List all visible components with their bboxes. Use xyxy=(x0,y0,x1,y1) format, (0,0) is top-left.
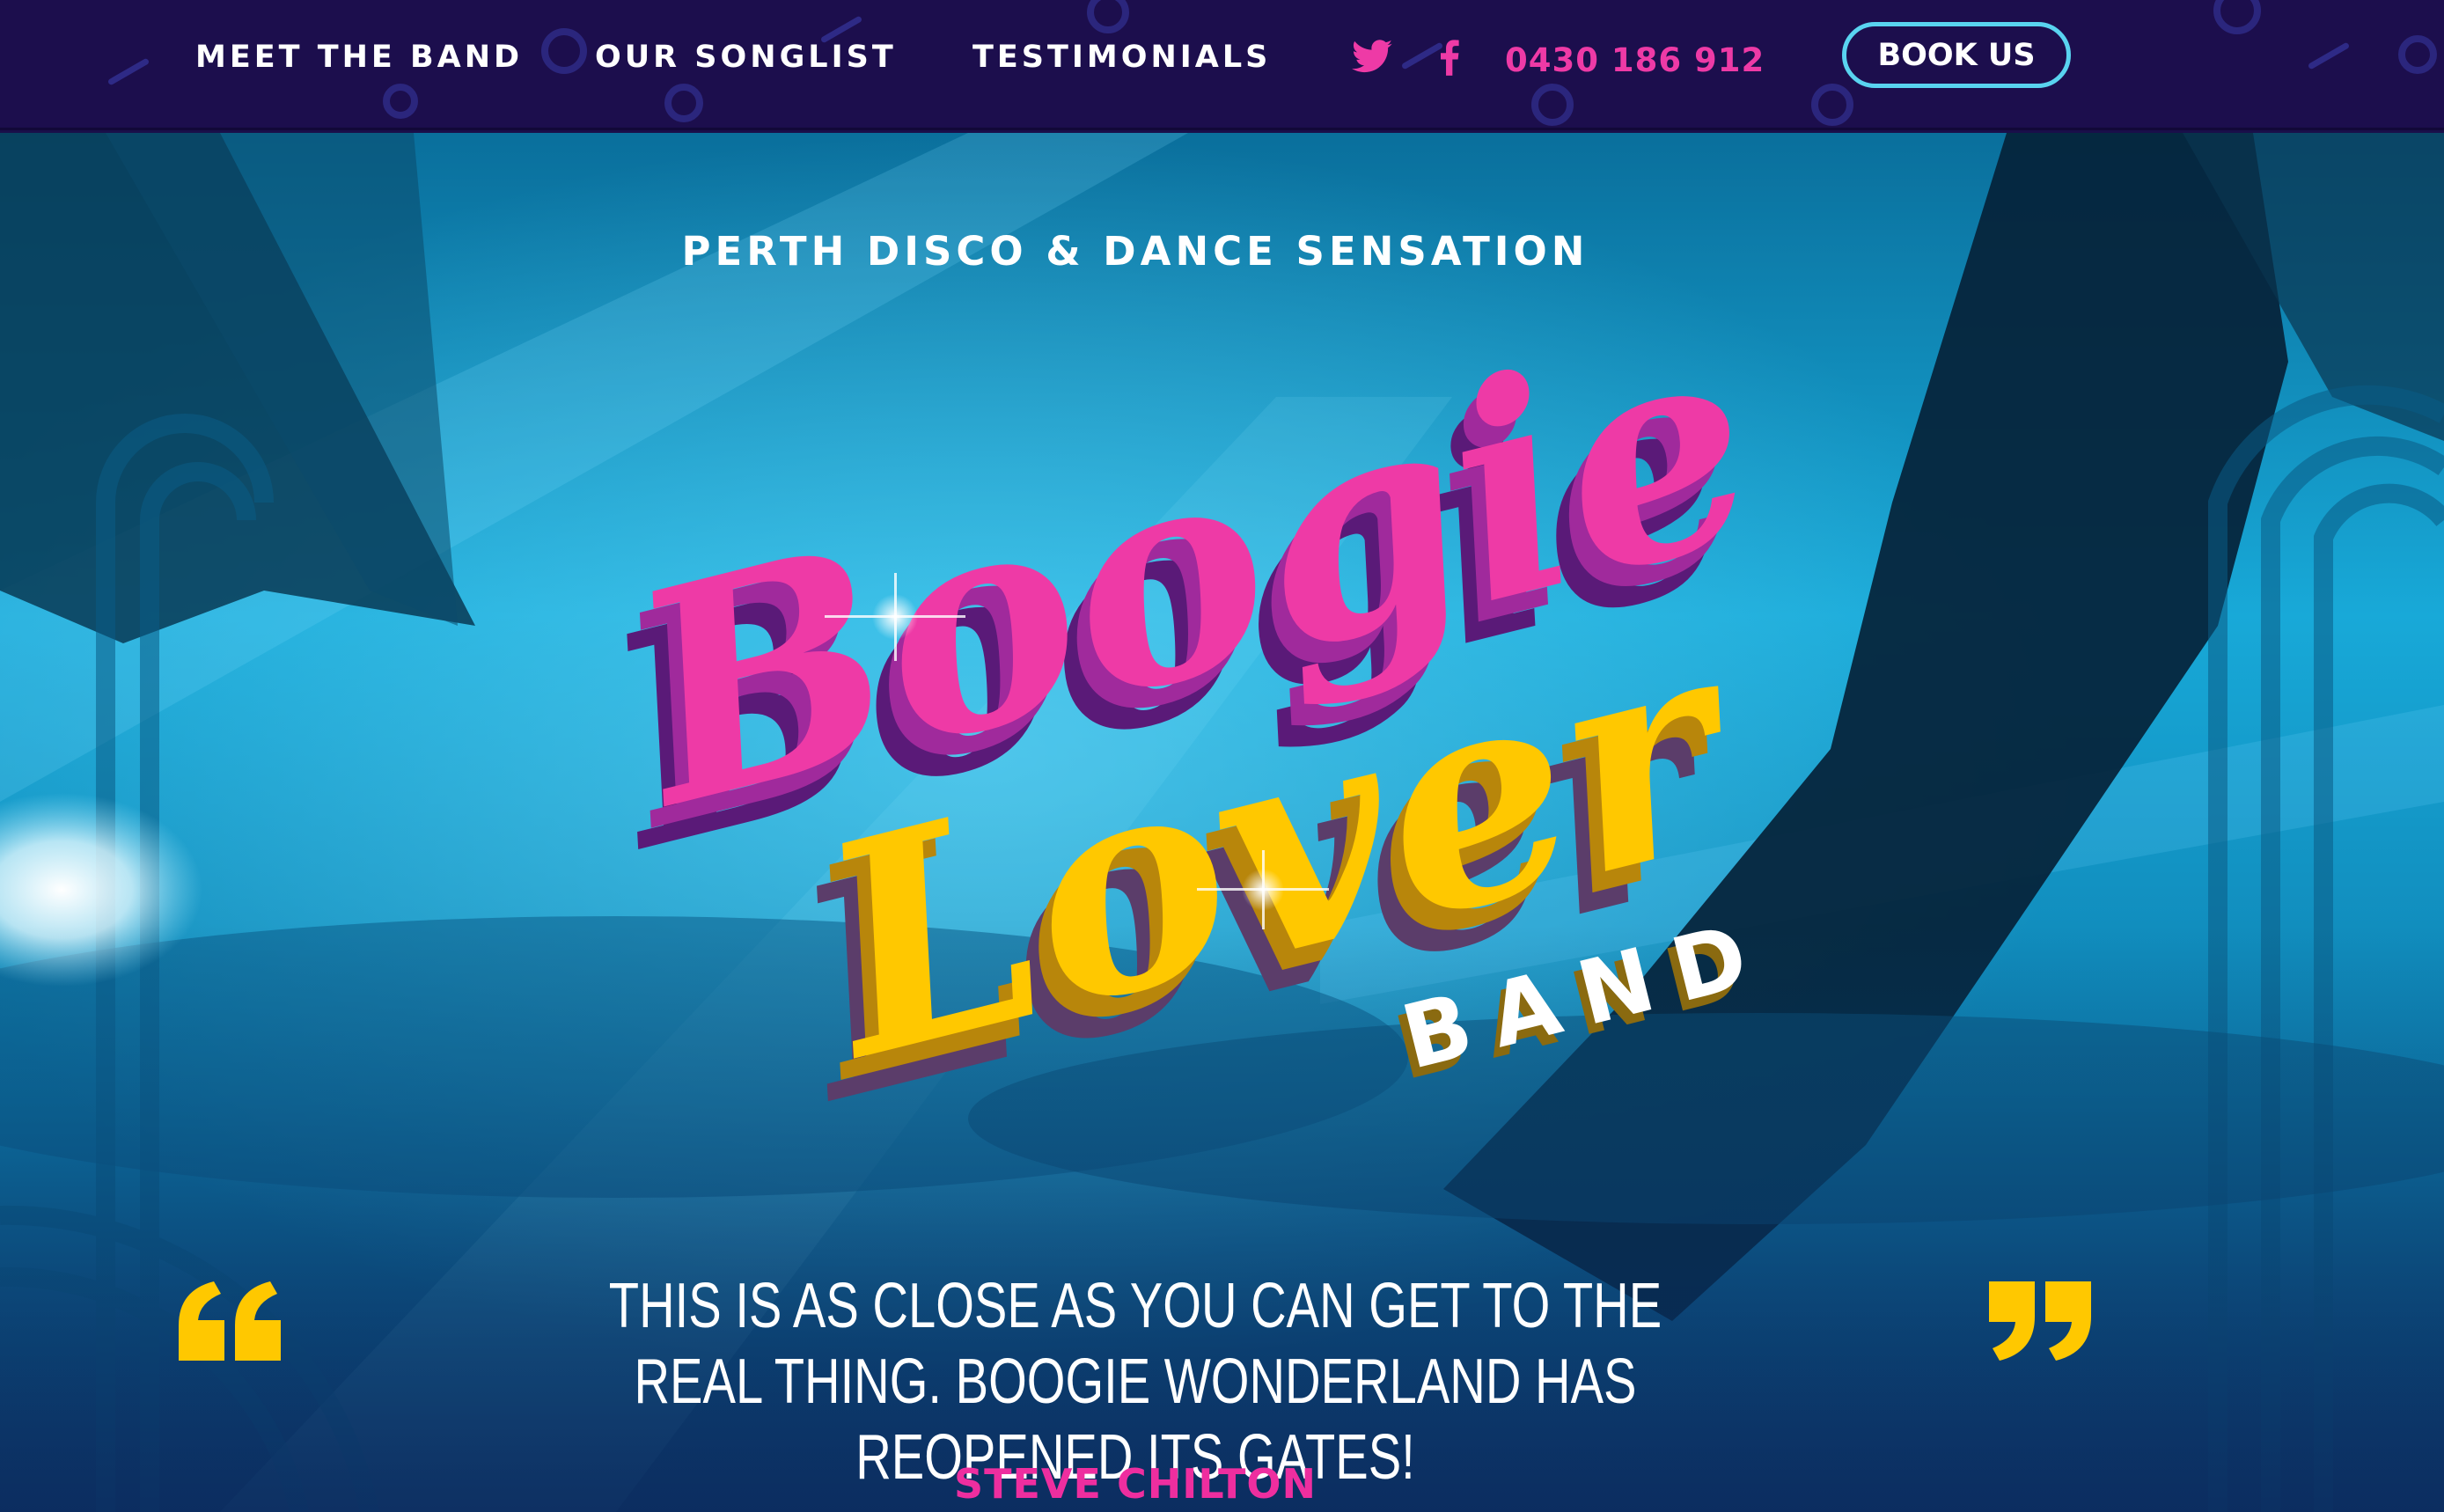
facebook-icon[interactable] xyxy=(1428,35,1472,79)
nav-decoration xyxy=(2213,0,2261,34)
boogie-lover-band-logo: Boogie Boogie Boogie Lover Lover Lover B… xyxy=(570,309,1785,1169)
phone-number[interactable]: 0430 186 912 xyxy=(1505,37,1765,84)
nav-decoration xyxy=(1087,0,1129,33)
hero-section: PERTH DISCO & DANCE SENSATION Boogie Boo… xyxy=(0,133,2444,1512)
open-quote-icon xyxy=(179,1281,281,1361)
book-us-button[interactable]: BOOK US xyxy=(1842,22,2071,88)
nav-decoration xyxy=(541,28,587,74)
nav-decoration xyxy=(383,84,418,119)
nav-decoration xyxy=(2307,41,2351,70)
nav-decoration xyxy=(106,57,150,86)
nav-decoration xyxy=(1811,84,1853,126)
nav-link-our-songlist[interactable]: OUR SONGLIST xyxy=(595,35,897,79)
hero-tagline: PERTH DISCO & DANCE SENSATION xyxy=(681,228,1589,275)
close-quote-icon xyxy=(1989,1281,2091,1361)
nav-decoration xyxy=(1531,84,1574,126)
twitter-icon[interactable] xyxy=(1350,35,1394,79)
nav-decoration xyxy=(2398,35,2437,74)
testimonial-author: STEVE CHILTON xyxy=(953,1460,1317,1508)
nav-link-testimonials[interactable]: TESTIMONIALS xyxy=(972,35,1271,79)
top-nav: MEET THE BAND OUR SONGLIST TESTIMONIALS … xyxy=(0,0,2444,130)
nav-link-meet-the-band[interactable]: MEET THE BAND xyxy=(195,35,523,79)
nav-decoration xyxy=(664,84,703,122)
